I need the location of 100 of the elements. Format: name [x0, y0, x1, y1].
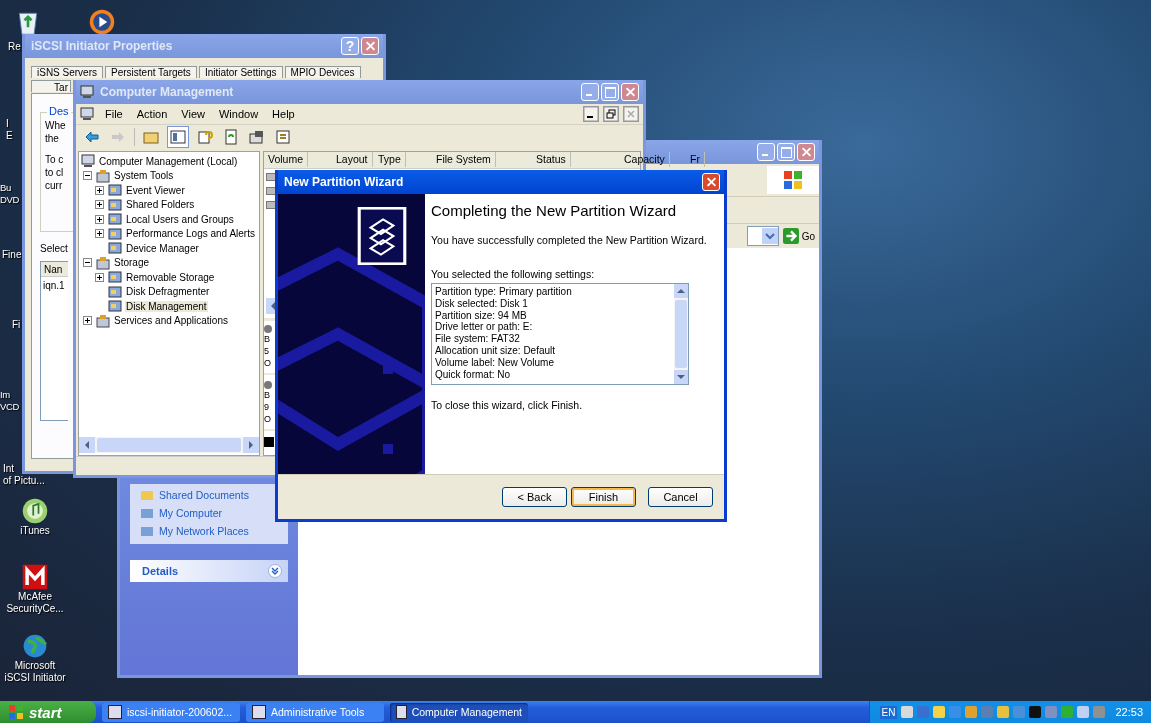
expand-icon[interactable]	[95, 272, 104, 282]
tree-item[interactable]: Disk Defragmenter	[125, 286, 211, 298]
tree-item[interactable]: Local Users and Groups	[125, 213, 235, 225]
details-panel[interactable]: Details	[130, 560, 288, 582]
setting-line: Drive letter or path: E:	[435, 321, 534, 334]
column-header[interactable]: Nan	[41, 262, 68, 277]
shield-m-icon[interactable]	[21, 563, 49, 591]
tab[interactable]: MPIO Devices	[284, 66, 361, 78]
tab[interactable]: Persistent Targets	[105, 66, 197, 78]
music-note-icon[interactable]	[21, 497, 49, 525]
desktop-icon-label: Im	[0, 389, 10, 401]
panel-heading: Details	[142, 565, 180, 577]
disk-label: 9	[264, 401, 269, 413]
clock: 22:53	[1115, 706, 1143, 718]
column-header[interactable]: Type	[374, 152, 406, 167]
tree-item[interactable]: Storage	[113, 257, 151, 269]
expand-icon[interactable]	[95, 185, 104, 195]
column-header[interactable]: Layout	[332, 152, 373, 167]
setting-line: Partition size: 94 MB	[435, 309, 528, 322]
tray-icon[interactable]	[901, 706, 914, 718]
expand-chevron-icon[interactable]	[268, 564, 282, 578]
desktop-icon-label: Int	[3, 463, 15, 475]
menu-item[interactable]: View	[176, 108, 210, 120]
snap-in-icon	[108, 183, 122, 198]
menu-item[interactable]: Window	[213, 108, 264, 120]
expand-icon[interactable]	[95, 200, 104, 210]
window-icon	[252, 705, 266, 719]
media-player-icon[interactable]	[88, 8, 116, 36]
tree-item[interactable]: Device Manager	[125, 242, 200, 254]
tab[interactable]: iSNS Servers	[31, 66, 103, 78]
horizontal-scrollbar[interactable]	[79, 437, 259, 453]
tree-item[interactable]: Performance Logs and Alerts	[125, 228, 256, 240]
maximize-button[interactable]	[777, 143, 795, 161]
wizard-message: You have successfully completed the New Partition Wizard.	[431, 234, 708, 246]
tab[interactable]: Initiator Settings	[198, 66, 283, 78]
menu-item[interactable]: File	[100, 108, 128, 120]
address-field[interactable]	[746, 226, 779, 246]
disk-label: 5	[264, 345, 269, 357]
disk-label: B	[264, 389, 270, 401]
description-text: To c	[45, 153, 64, 166]
collapse-icon[interactable]	[83, 258, 92, 268]
folder-icon	[140, 488, 154, 502]
tab[interactable]: Tar	[31, 80, 71, 92]
taskbar-button[interactable]: Administrative Tools	[246, 702, 384, 722]
tray-icon[interactable]	[1029, 706, 1042, 718]
target-list[interactable]: Nan iqn.1	[40, 261, 68, 421]
column-header[interactable]: File System	[432, 152, 496, 167]
globe-icon[interactable]	[21, 632, 49, 660]
snap-in-icon	[108, 197, 122, 212]
expand-icon[interactable]	[95, 214, 104, 224]
finish-button[interactable]: Finish	[571, 487, 636, 507]
back-button[interactable]: < Back	[502, 487, 567, 507]
window-title: iSCSI Initiator Properties	[30, 39, 173, 53]
task-link[interactable]: Shared Documents	[159, 489, 249, 501]
cancel-button[interactable]: Cancel	[648, 487, 713, 507]
language-indicator[interactable]: EN	[879, 705, 898, 719]
window-icon	[108, 705, 122, 719]
column-header[interactable]: Fr	[686, 152, 705, 167]
column-header[interactable]: Status	[532, 152, 571, 167]
pane-toggle-icon[interactable]	[167, 126, 189, 148]
expand-icon[interactable]	[95, 229, 104, 239]
column-header[interactable]: Capacity	[620, 152, 670, 167]
setting-line: File system: FAT32	[435, 333, 521, 345]
setting-line: Volume label: New Volume	[435, 356, 555, 369]
window-title: Computer Management	[99, 85, 234, 99]
desktop-icon-label: I	[6, 118, 9, 130]
description-text: the	[45, 132, 59, 145]
collapse-icon[interactable]	[83, 171, 92, 181]
desktop-icon-label: Microsoft	[14, 660, 56, 672]
menu-item[interactable]: Help	[267, 108, 300, 120]
tray-icon[interactable]	[933, 706, 946, 718]
tree-item[interactable]: Event Viewer	[125, 184, 186, 196]
restore-button[interactable]	[603, 106, 619, 122]
snap-in-icon	[108, 212, 122, 227]
tree-item[interactable]: Services and Applications	[113, 315, 229, 327]
start-button[interactable]: start	[0, 701, 96, 723]
tree-item[interactable]: Disk Management	[125, 300, 208, 312]
setting-line: Allocation unit size: Default	[435, 345, 557, 357]
column-header[interactable]: Volume	[264, 152, 309, 167]
vertical-scrollbar[interactable]	[674, 284, 688, 384]
menu-item[interactable]: Action	[131, 108, 173, 120]
task-link[interactable]: My Computer	[159, 507, 222, 519]
desktop-icon-label: Re	[8, 41, 21, 53]
desktop-icon-label: McAfee	[18, 591, 52, 603]
desktop-icon-label: Bu	[0, 182, 12, 194]
disk-label: O	[264, 357, 271, 369]
setting-line: Disk selected: Disk 1	[435, 297, 529, 310]
taskbar-button[interactable]: iscsi-initiator-200602...	[102, 702, 240, 722]
tree-item[interactable]: Shared Folders	[125, 199, 196, 211]
tree-item[interactable]: System Tools	[113, 170, 175, 182]
tree-item[interactable]: Computer Management (Local)	[98, 155, 239, 167]
export-list-icon[interactable]	[273, 127, 293, 147]
taskbar-button[interactable]: Computer Management	[390, 702, 528, 722]
tree-item[interactable]: Removable Storage	[125, 271, 216, 283]
snap-in-icon	[108, 299, 122, 314]
expand-icon[interactable]	[83, 316, 92, 326]
window-title: New Partition Wizard	[283, 175, 404, 189]
task-link[interactable]: My Network Places	[159, 525, 249, 537]
minimize-button[interactable]	[583, 106, 599, 122]
description-text: curr	[45, 179, 63, 192]
